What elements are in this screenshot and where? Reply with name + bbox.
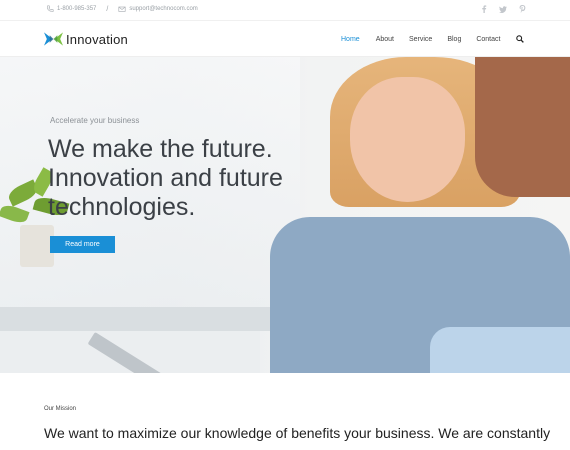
phone-number: 1-800-985-357 [57, 6, 97, 12]
read-more-button[interactable]: Read more [50, 236, 115, 253]
nav-item-blog[interactable]: Blog [447, 36, 461, 43]
search-icon[interactable] [516, 35, 525, 43]
phone-icon [46, 5, 54, 12]
email-address[interactable]: support@technocom.com [129, 6, 197, 12]
top-bar: 1-800-985-357 / support@technocom.com [0, 0, 570, 21]
mission-label: Our Mission [44, 406, 77, 412]
site-header: Innovation Home About Service Blog Conta… [0, 21, 570, 57]
logo[interactable]: Innovation [44, 31, 128, 47]
contact-info: 1-800-985-357 / support@technocom.com [46, 5, 198, 13]
nav-item-home[interactable]: Home [341, 36, 360, 43]
nav-item-about[interactable]: About [376, 36, 394, 43]
contact-separator: / [106, 5, 109, 13]
hero-subtitle: Accelerate your business [50, 116, 140, 125]
facebook-icon[interactable] [480, 5, 488, 13]
logo-icon [44, 32, 63, 46]
nav-item-service[interactable]: Service [409, 36, 432, 43]
mission-text: We want to maximize our knowledge of ben… [44, 425, 551, 441]
hero-title-line-2: Innovation and future [48, 164, 283, 192]
twitter-icon[interactable] [499, 5, 507, 13]
social-links [480, 5, 526, 13]
hero-title-line-1: We make the future. [48, 135, 273, 163]
logo-text: Innovation [66, 31, 128, 47]
mail-icon [118, 6, 126, 12]
hero-title: We make the future. Innovation and futur… [48, 135, 318, 222]
main-nav: Home About Service Blog Contact [341, 35, 525, 43]
hero-title-line-3: technologies. [48, 193, 196, 221]
hero-section: Accelerate your business We make the fut… [0, 57, 570, 373]
nav-item-contact[interactable]: Contact [476, 36, 500, 43]
pinterest-icon[interactable] [518, 5, 526, 13]
